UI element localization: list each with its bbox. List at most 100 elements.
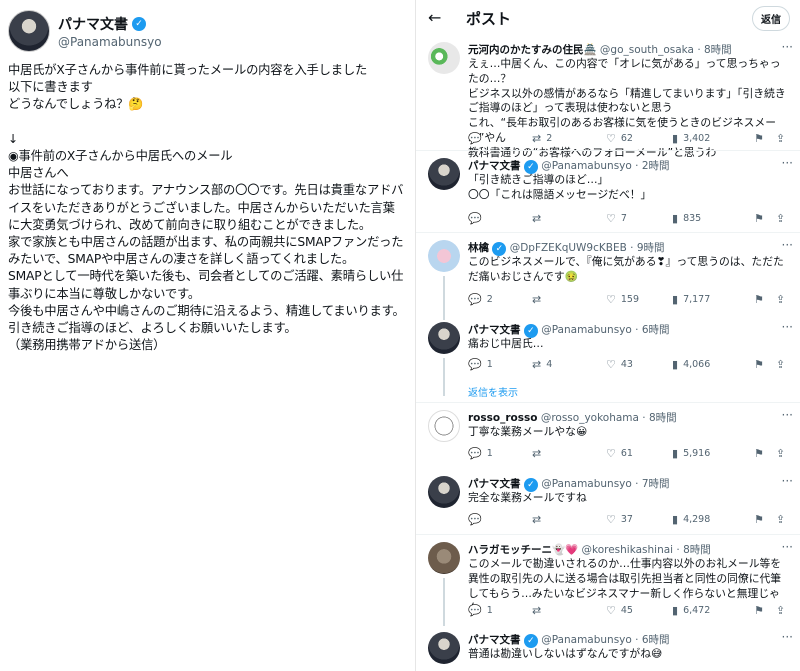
- reply-action[interactable]: 💬: [468, 132, 532, 145]
- user-handle[interactable]: @Panamabunsyo · 7時間: [541, 478, 669, 490]
- views-count: 5,916: [683, 448, 711, 459]
- like-action[interactable]: ♡ 62: [606, 132, 672, 145]
- like-count: 43: [620, 359, 633, 370]
- user-name[interactable]: パナマ文書: [468, 634, 521, 646]
- bookmark-icon[interactable]: ⚑: [754, 293, 764, 306]
- reply-button[interactable]: 返信: [752, 6, 790, 31]
- user-name[interactable]: パナマ文書: [468, 160, 521, 172]
- retweet-action[interactable]: ⇄ 4: [532, 358, 606, 371]
- user-name[interactable]: rosso_rosso: [468, 412, 537, 424]
- heart-icon: ♡: [606, 132, 616, 145]
- like-action[interactable]: ♡ 43: [606, 358, 672, 371]
- retweet-action[interactable]: ⇄: [532, 604, 606, 617]
- author-name[interactable]: パナマ文書: [58, 14, 128, 34]
- views-action[interactable]: ▮ 3,402: [672, 132, 754, 145]
- share-icon[interactable]: ⇪: [776, 132, 785, 145]
- show-replies-link[interactable]: 返信を表示: [468, 384, 518, 399]
- user-handle[interactable]: @koreshikashinai · 8時間: [582, 544, 711, 556]
- more-options-icon[interactable]: ···: [782, 540, 793, 554]
- more-options-icon[interactable]: ···: [782, 474, 793, 488]
- user-handle[interactable]: @Panamabunsyo · 6時間: [541, 634, 669, 646]
- reply-action[interactable]: 💬: [468, 212, 532, 225]
- user-handle[interactable]: @DpFZEKqUW9cKBEB · 9時間: [510, 242, 665, 254]
- reply-action[interactable]: 💬 1: [468, 447, 532, 460]
- retweet-icon: ⇄: [532, 132, 542, 145]
- retweet-count: 2: [546, 133, 553, 144]
- views-action[interactable]: ▮ 6,472: [672, 604, 754, 617]
- retweet-action[interactable]: ⇄ 2: [532, 132, 606, 145]
- user-handle[interactable]: @Panamabunsyo · 2時間: [541, 160, 669, 172]
- bookmark-icon[interactable]: ⚑: [754, 212, 764, 225]
- views-count: 4,066: [683, 359, 711, 370]
- reply-action[interactable]: 💬 1: [468, 604, 532, 617]
- avatar[interactable]: [428, 42, 460, 74]
- reply-action[interactable]: 💬 1: [468, 358, 532, 371]
- more-options-icon[interactable]: ···: [782, 408, 793, 422]
- retweet-icon: ⇄: [532, 447, 542, 460]
- retweet-action[interactable]: ⇄: [532, 293, 606, 306]
- author-handle[interactable]: @Panamabunsyo: [58, 35, 162, 49]
- views-action[interactable]: ▮ 4,066: [672, 358, 754, 371]
- retweet-action[interactable]: ⇄: [532, 212, 606, 225]
- user-name[interactable]: パナマ文書: [468, 324, 521, 336]
- like-action[interactable]: ♡ 37: [606, 513, 672, 526]
- tweet-text: 「引き続きご指導のほど…」 〇〇「これは隠語メッセージだべ！」: [468, 173, 652, 201]
- share-icon[interactable]: ⇪: [776, 513, 785, 526]
- avatar[interactable]: [428, 322, 460, 354]
- like-action[interactable]: ♡ 159: [606, 293, 672, 306]
- share-icon[interactable]: ⇪: [776, 293, 785, 306]
- share-icon[interactable]: ⇪: [776, 212, 785, 225]
- more-options-icon[interactable]: ···: [782, 320, 793, 334]
- reply-action[interactable]: 💬 2: [468, 293, 532, 306]
- user-handle[interactable]: @rosso_yokohama · 8時間: [541, 412, 677, 424]
- bookmark-icon[interactable]: ⚑: [754, 132, 764, 145]
- avatar[interactable]: [428, 476, 460, 508]
- reply-icon: 💬: [468, 293, 482, 306]
- divider: [416, 232, 800, 233]
- tweet-text: このビジネスメールで、『俺に気がある❣』って思うのは、ただただ痛いおじさんです🤢: [468, 255, 784, 283]
- user-name[interactable]: 元河内のかたすみの住民🏯: [468, 44, 597, 56]
- views-action[interactable]: ▮ 5,916: [672, 447, 754, 460]
- views-action[interactable]: ▮ 7,177: [672, 293, 754, 306]
- bookmark-icon[interactable]: ⚑: [754, 358, 764, 371]
- avatar[interactable]: [8, 10, 50, 52]
- user-name[interactable]: パナマ文書: [468, 478, 521, 490]
- more-options-icon[interactable]: ···: [782, 238, 793, 252]
- avatar[interactable]: [428, 410, 460, 442]
- more-options-icon[interactable]: ···: [782, 630, 793, 644]
- share-icon[interactable]: ⇪: [776, 447, 785, 460]
- views-icon: ▮: [672, 293, 679, 306]
- like-count: 45: [620, 605, 633, 616]
- more-options-icon[interactable]: ···: [782, 40, 793, 54]
- retweet-count: 4: [546, 359, 553, 370]
- retweet-icon: ⇄: [532, 358, 542, 371]
- verified-badge-icon: ✓: [523, 478, 538, 492]
- views-action[interactable]: ▮ 835: [672, 212, 754, 225]
- bookmark-icon[interactable]: ⚑: [754, 604, 764, 617]
- user-handle[interactable]: @go_south_osaka · 8時間: [600, 44, 732, 56]
- avatar[interactable]: [428, 158, 460, 190]
- back-arrow-icon[interactable]: ←: [428, 8, 441, 27]
- views-count: 6,472: [683, 605, 711, 616]
- reply-action[interactable]: 💬: [468, 513, 532, 526]
- share-icon[interactable]: ⇪: [776, 604, 785, 617]
- bookmark-icon[interactable]: ⚑: [754, 513, 764, 526]
- share-icon[interactable]: ⇪: [776, 358, 785, 371]
- avatar[interactable]: [428, 240, 460, 272]
- heart-icon: ♡: [606, 358, 616, 371]
- retweet-action[interactable]: ⇄: [532, 513, 606, 526]
- avatar[interactable]: [428, 632, 460, 664]
- views-action[interactable]: ▮ 4,298: [672, 513, 754, 526]
- more-options-icon[interactable]: ···: [782, 156, 793, 170]
- verified-badge-icon: ✓: [523, 160, 538, 174]
- user-name[interactable]: ハラガモッチーニ👻💗: [468, 544, 578, 556]
- user-handle[interactable]: @Panamabunsyo · 6時間: [541, 324, 669, 336]
- retweet-action[interactable]: ⇄: [532, 447, 606, 460]
- like-action[interactable]: ♡ 45: [606, 604, 672, 617]
- avatar[interactable]: [428, 542, 460, 574]
- user-name[interactable]: 林檎: [468, 242, 489, 254]
- retweet-icon: ⇄: [532, 604, 542, 617]
- bookmark-icon[interactable]: ⚑: [754, 447, 764, 460]
- like-action[interactable]: ♡ 61: [606, 447, 672, 460]
- like-action[interactable]: ♡ 7: [606, 212, 672, 225]
